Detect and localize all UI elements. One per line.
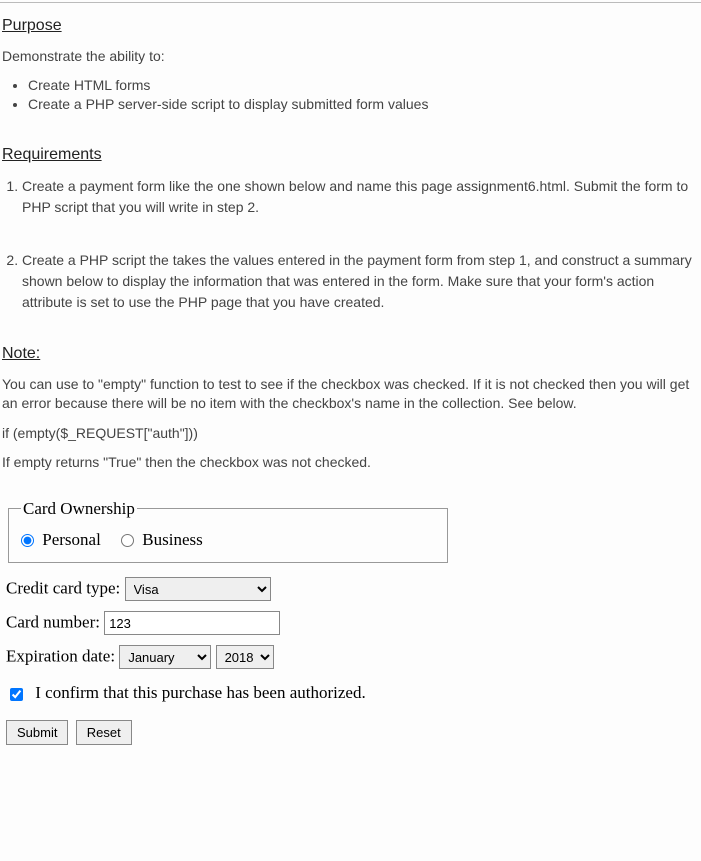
purpose-list: Create HTML forms Create a PHP server-si…: [0, 77, 701, 112]
note-heading: Note:: [2, 345, 701, 363]
requirements-heading: Requirements: [2, 146, 701, 164]
business-label: Business: [142, 530, 202, 549]
list-item: Create a PHP script the takes the values…: [22, 250, 701, 313]
list-item: Create a PHP server-side script to displ…: [28, 96, 701, 112]
card-ownership-fieldset: Card Ownership Personal Business: [8, 499, 448, 563]
confirm-checkbox[interactable]: [10, 688, 23, 701]
business-radio[interactable]: [121, 534, 134, 547]
personal-label: Personal: [42, 530, 101, 549]
note-paragraph-1: You can use to "empty" function to test …: [2, 375, 701, 414]
expiration-year-select[interactable]: 2018: [216, 645, 274, 669]
card-type-label: Credit card type:: [6, 579, 120, 598]
card-number-input[interactable]: [104, 611, 280, 635]
expiration-label: Expiration date:: [6, 647, 115, 666]
card-number-label: Card number:: [6, 613, 100, 632]
purpose-intro: Demonstrate the ability to:: [2, 47, 701, 67]
reset-button[interactable]: Reset: [76, 720, 132, 745]
purpose-heading: Purpose: [2, 17, 701, 35]
ownership-radio-group: Personal Business: [21, 529, 435, 550]
requirements-list: Create a payment form like the one shown…: [0, 176, 701, 313]
list-item: Create HTML forms: [28, 77, 701, 93]
submit-button[interactable]: Submit: [6, 720, 68, 745]
card-number-line: Card number:: [6, 611, 695, 635]
card-ownership-legend: Card Ownership: [21, 499, 137, 519]
top-divider: [0, 2, 701, 3]
personal-radio[interactable]: [21, 534, 34, 547]
note-paragraph-2: If empty returns "True" then the checkbo…: [2, 453, 701, 473]
expiration-month-select[interactable]: January: [119, 645, 211, 669]
card-type-select[interactable]: Visa: [125, 577, 271, 601]
confirm-label: I confirm that this purchase has been au…: [35, 683, 365, 702]
card-type-line: Credit card type: Visa: [6, 577, 695, 601]
note-code: if (empty($_REQUEST["auth"])): [2, 424, 701, 444]
payment-form: Card Ownership Personal Business Credit …: [0, 499, 701, 745]
confirm-line: I confirm that this purchase has been au…: [6, 683, 695, 704]
expiration-line: Expiration date: January 2018: [6, 645, 695, 669]
list-item: Create a payment form like the one shown…: [22, 176, 701, 218]
button-row: Submit Reset: [6, 720, 695, 745]
